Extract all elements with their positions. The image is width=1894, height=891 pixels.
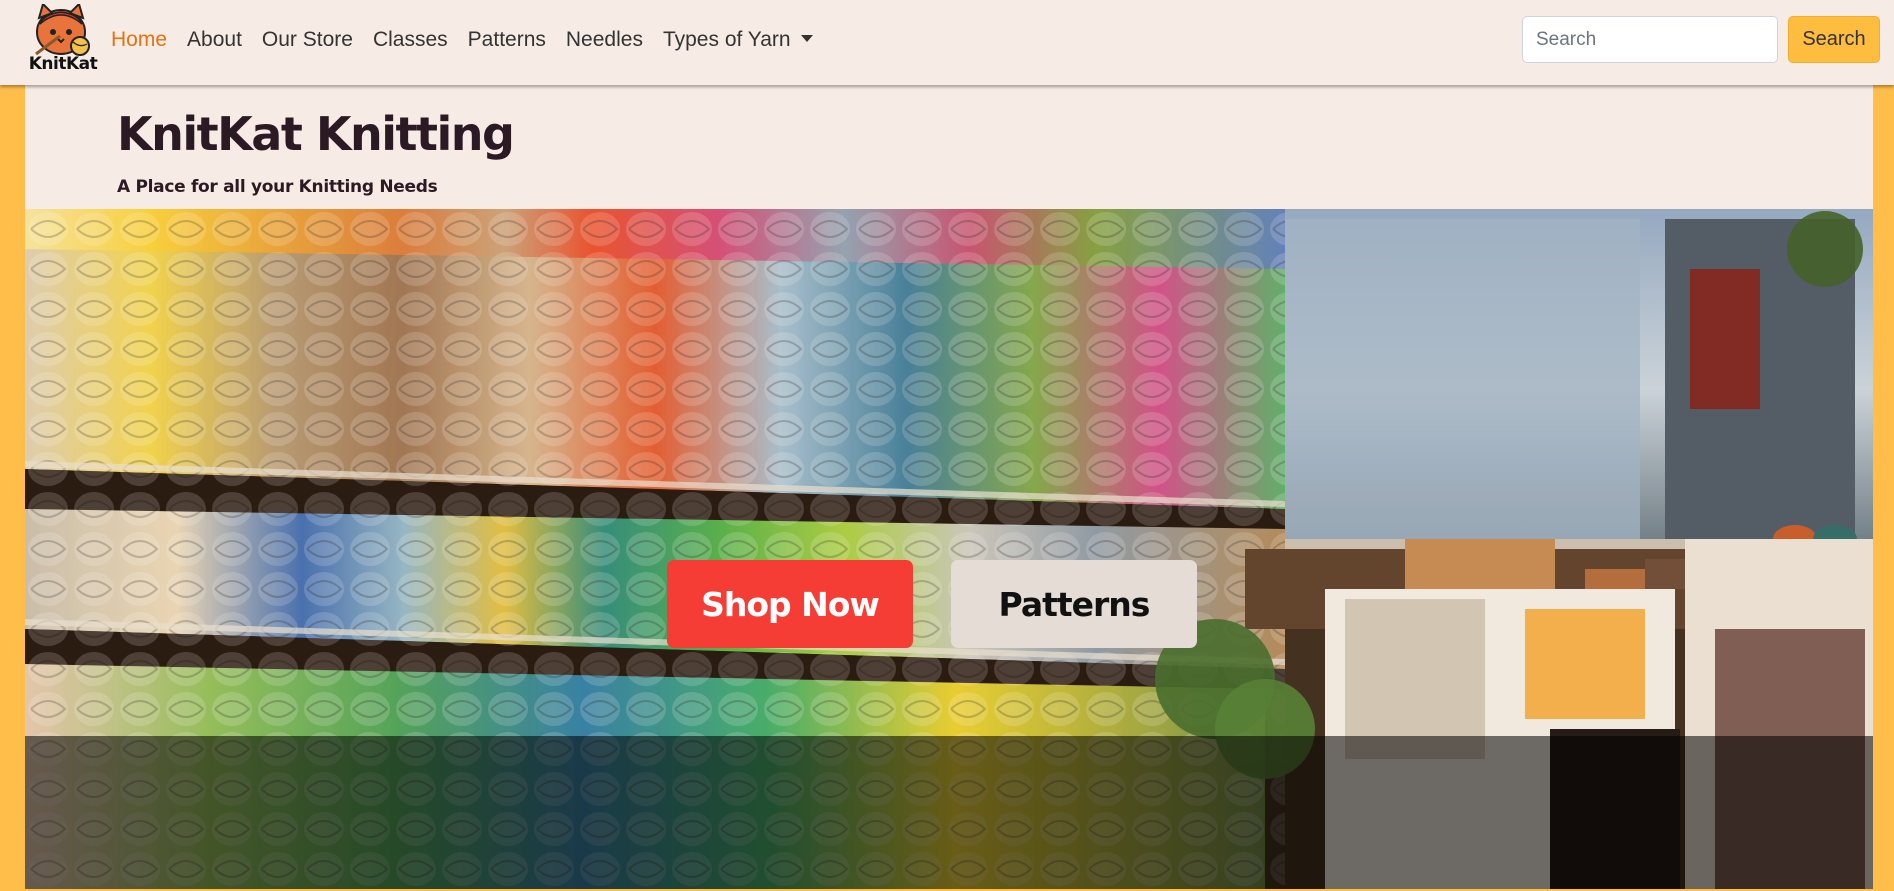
nav-links: Home About Our Store Classes Patterns Ne…	[101, 0, 823, 80]
nav-our-store[interactable]: Our Store	[252, 28, 363, 52]
knitting-cat-icon	[35, 4, 90, 56]
hero-overlay	[25, 736, 1873, 889]
nav-needles[interactable]: Needles	[556, 28, 653, 52]
chevron-down-icon	[800, 35, 813, 42]
nav-home[interactable]: Home	[101, 28, 177, 52]
nav-patterns[interactable]: Patterns	[458, 28, 556, 52]
top-navbar: KnitKat Home About Our Store Classes Pat…	[0, 0, 1894, 85]
shop-now-button[interactable]: Shop Now	[667, 560, 913, 648]
nav-types-of-yarn-dropdown[interactable]: Types of Yarn	[653, 28, 823, 52]
page-title: KnitKat Knitting	[117, 107, 515, 161]
search-input[interactable]	[1522, 16, 1778, 63]
nav-about[interactable]: About	[177, 28, 252, 52]
patterns-button[interactable]: Patterns	[951, 560, 1197, 648]
search-button[interactable]: Search	[1788, 16, 1880, 63]
nav-types-of-yarn-label: Types of Yarn	[662, 28, 791, 51]
brand-name: KnitKat	[28, 54, 98, 74]
hero-section	[25, 209, 1873, 889]
page-tagline: A Place for all your Knitting Needs	[117, 177, 438, 197]
brand-logo[interactable]: KnitKat	[20, 4, 102, 76]
nav-classes[interactable]: Classes	[363, 28, 458, 52]
